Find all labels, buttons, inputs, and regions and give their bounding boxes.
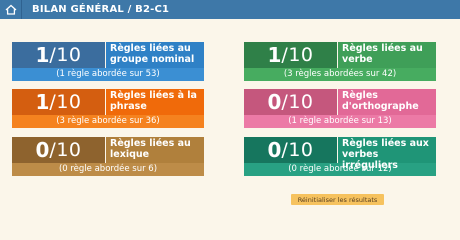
rule-count-subtitle: (1 règle abordée sur 53) (12, 68, 204, 81)
rule-count-subtitle: (3 règle abordée sur 36) (12, 115, 204, 128)
page-title: BILAN GÉNÉRAL / B2-C1 (32, 4, 170, 15)
rule-card-lexique[interactable]: 0/10 Règles liées au lexique (0 règle ab… (12, 137, 204, 176)
rule-category-label: Règles liées aux verbes irréguliers (338, 137, 436, 171)
rule-card-groupe-nominal[interactable]: 1/10 Règles liées au groupe nominal (1 r… (12, 42, 204, 81)
rule-card-phrase[interactable]: 1/10 Règles liées à la phrase (3 règle a… (12, 89, 204, 128)
score: 0/10 (12, 137, 105, 163)
score: 0/10 (244, 137, 337, 163)
rule-card-orthographe[interactable]: 0/10 Règles d'orthographe (1 règle abord… (244, 89, 436, 128)
rule-category-label: Règles liées à la phrase (106, 89, 204, 115)
score: 1/10 (12, 42, 105, 68)
rule-card-verbe[interactable]: 1/10 Règles liées au verbe (3 règles abo… (244, 42, 436, 81)
rule-count-subtitle: (0 règle abordée sur 6) (12, 163, 204, 176)
reset-results-button[interactable]: Réinitialiser les résultats (291, 194, 384, 205)
top-bar: BILAN GÉNÉRAL / B2-C1 (0, 0, 460, 19)
rule-category-label: Règles liées au verbe (338, 42, 436, 68)
rule-category-label: Règles liées au lexique (106, 137, 204, 163)
score: 0/10 (244, 89, 337, 115)
home-icon (5, 4, 16, 15)
rule-count-subtitle: (3 règles abordées sur 42) (244, 68, 436, 81)
rule-category-label: Règles d'orthographe (338, 89, 436, 115)
rule-count-subtitle: (0 règle abordée sur 12) (244, 163, 436, 176)
rule-category-label: Règles liées au groupe nominal (106, 42, 204, 68)
rule-card-verbes-irreguliers[interactable]: 0/10 Règles liées aux verbes irréguliers… (244, 137, 436, 176)
score: 1/10 (12, 89, 105, 115)
home-button[interactable] (0, 0, 22, 19)
rule-count-subtitle: (1 règle abordée sur 13) (244, 115, 436, 128)
score: 1/10 (244, 42, 337, 68)
